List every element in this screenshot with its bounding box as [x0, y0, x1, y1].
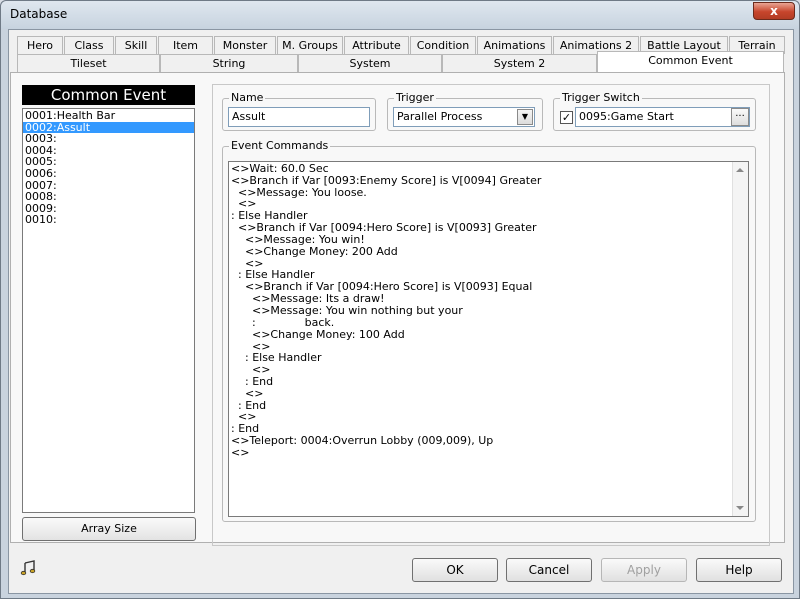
- scroll-up-icon[interactable]: [736, 168, 744, 172]
- tab-string[interactable]: String: [160, 54, 298, 72]
- browse-switch-button[interactable]: ...: [731, 108, 749, 126]
- trigger-select[interactable]: Parallel Process ▼: [393, 107, 535, 127]
- chevron-down-icon[interactable]: ▼: [517, 109, 533, 125]
- trigger-switch-value: 0095:Game Start: [579, 110, 674, 123]
- cancel-button[interactable]: Cancel: [506, 558, 592, 582]
- trigger-switch-checkbox[interactable]: ✓: [560, 111, 573, 124]
- scroll-down-icon[interactable]: [736, 506, 744, 510]
- command-line[interactable]: <>Teleport: 0004:Overrun Lobby (009,009)…: [231, 435, 493, 447]
- list-item[interactable]: 0001:Health Bar: [23, 110, 194, 122]
- help-button[interactable]: Help: [696, 558, 782, 582]
- list-item[interactable]: 0008:: [23, 191, 194, 203]
- trigger-switch-label: Trigger Switch: [560, 91, 642, 104]
- ok-button[interactable]: OK: [412, 558, 498, 582]
- close-icon: x: [770, 4, 778, 18]
- list-item[interactable]: 0010:: [23, 214, 194, 226]
- common-event-list[interactable]: 0001:Health Bar 0002:Assult 0003: 0004: …: [22, 108, 195, 513]
- tab-m-groups[interactable]: M. Groups: [277, 36, 343, 54]
- array-size-button[interactable]: Array Size: [22, 517, 196, 541]
- tab-monster[interactable]: Monster: [214, 36, 276, 54]
- title-bar[interactable]: Database x: [1, 1, 799, 29]
- event-commands-list[interactable]: <>Wait: 60.0 Sec <>Branch if Var [0093:E…: [228, 161, 749, 517]
- trigger-switch-field: 0095:Game Start: [575, 107, 750, 127]
- tab-condition[interactable]: Condition: [410, 36, 476, 54]
- tab-item[interactable]: Item: [158, 36, 213, 54]
- window-title: Database: [10, 7, 68, 21]
- tab-system[interactable]: System: [298, 54, 442, 72]
- tab-attribute[interactable]: Attribute: [344, 36, 409, 54]
- tab-hero[interactable]: Hero: [17, 36, 63, 54]
- tab-skill[interactable]: Skill: [115, 36, 157, 54]
- trigger-label: Trigger: [394, 91, 436, 104]
- tab-class[interactable]: Class: [64, 36, 114, 54]
- name-field[interactable]: Assult: [228, 107, 370, 127]
- tab-system-2[interactable]: System 2: [442, 54, 597, 72]
- close-button[interactable]: x: [753, 2, 795, 20]
- list-item[interactable]: 0006:: [23, 168, 194, 180]
- trigger-value: Parallel Process: [397, 110, 483, 123]
- command-line[interactable]: <>: [231, 447, 249, 459]
- apply-button[interactable]: Apply: [601, 558, 687, 582]
- common-event-header: Common Event: [22, 85, 195, 105]
- event-commands-label: Event Commands: [229, 139, 331, 152]
- music-note-icon: [20, 560, 36, 576]
- tab-tileset[interactable]: Tileset: [17, 54, 160, 72]
- tab-common-event[interactable]: Common Event: [597, 51, 784, 72]
- tab-animations[interactable]: Animations: [477, 36, 552, 54]
- check-icon: ✓: [561, 111, 572, 124]
- name-label: Name: [229, 91, 266, 104]
- vertical-scrollbar[interactable]: [732, 162, 748, 516]
